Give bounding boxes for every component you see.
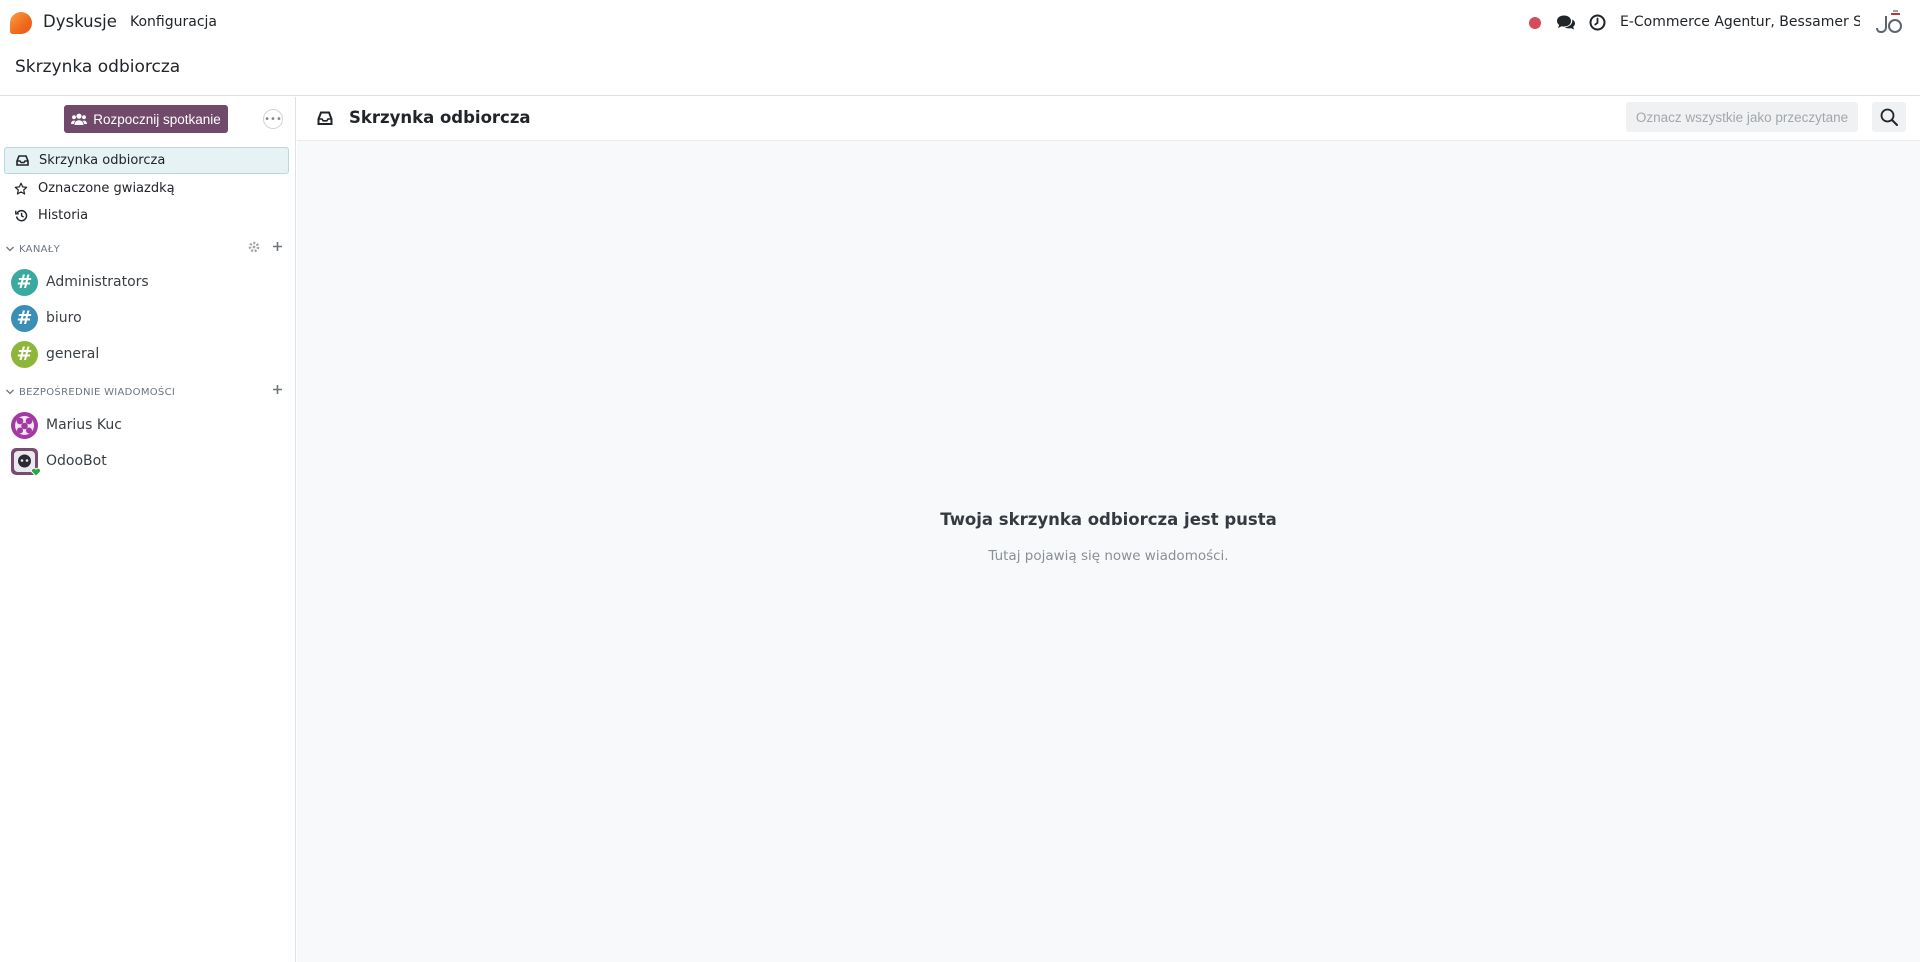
inbox-icon — [317, 111, 333, 125]
search-button[interactable] — [1872, 102, 1906, 132]
channel-item[interactable]: # Administrators — [11, 266, 291, 298]
dm-header-label: BEZPOŚREDNIE WIADOMOŚCI — [19, 386, 176, 398]
channels-header-label: KANAŁY — [19, 243, 61, 255]
user-avatar-icon[interactable] — [1876, 10, 1904, 36]
hashtag-icon: # — [11, 340, 38, 368]
add-channel-icon[interactable] — [272, 241, 283, 252]
breadcrumb: Skrzynka odbiorcza — [15, 57, 181, 77]
sidebar-item-inbox[interactable]: Skrzynka odbiorcza — [4, 147, 289, 174]
company-switcher[interactable]: E-Commerce Agentur, Bessamer Str... — [1620, 14, 1860, 30]
empty-state-subtitle: Tutaj pojawią się nowe wiadomości. — [988, 548, 1229, 564]
sidebar-item-history[interactable]: Historia — [4, 202, 289, 229]
recording-status-icon[interactable] — [1529, 17, 1541, 29]
inbox-icon — [15, 154, 29, 168]
top-navbar: Dyskusje Konfiguracja E-Commerce Agentur… — [0, 0, 1920, 46]
hashtag-icon: # — [11, 304, 38, 332]
dm-name: OdooBot — [46, 453, 107, 469]
dm-item[interactable]: Marius Kuc — [11, 409, 291, 441]
activity-clock-icon[interactable] — [1589, 14, 1606, 31]
online-status-icon — [31, 467, 41, 477]
sidebar-item-label: Oznaczone gwiazdką — [38, 181, 175, 196]
search-icon — [1880, 108, 1898, 126]
dm-item[interactable]: OdooBot — [11, 445, 291, 477]
user-avatar-icon — [11, 411, 38, 439]
hashtag-icon: # — [11, 268, 38, 296]
control-panel: Skrzynka odbiorcza — [0, 46, 1920, 96]
menu-configuration[interactable]: Konfiguracja — [130, 14, 217, 30]
channel-item[interactable]: # general — [11, 338, 291, 370]
channel-name: Administrators — [46, 274, 149, 290]
chevron-down-icon — [6, 246, 14, 252]
sidebar-item-label: Historia — [38, 208, 89, 223]
history-icon — [14, 209, 28, 223]
sidebar-item-starred[interactable]: Oznaczone gwiazdką — [4, 175, 289, 202]
sidebar-item-label: Skrzynka odbiorcza — [39, 153, 166, 168]
ellipsis-icon: ••• — [264, 113, 282, 125]
mark-all-read-button[interactable]: Oznacz wszystkie jako przeczytane — [1626, 102, 1858, 132]
dm-name: Marius Kuc — [46, 417, 122, 433]
odoobot-avatar-icon — [11, 447, 41, 477]
app-logo-icon[interactable] — [10, 12, 32, 34]
channel-name: general — [46, 346, 100, 362]
start-meeting-label: Rozpocznij spotkanie — [93, 111, 221, 127]
channel-item[interactable]: # biuro — [11, 302, 291, 334]
discuss-sidebar: Rozpocznij spotkanie ••• Skrzynka odbior… — [0, 97, 296, 962]
direct-messages-category[interactable]: BEZPOŚREDNIE WIADOMOŚCI — [5, 382, 291, 402]
thread-header: Skrzynka odbiorcza Oznacz wszystkie jako… — [297, 97, 1920, 141]
users-icon — [71, 113, 88, 125]
channel-name: biuro — [46, 310, 82, 326]
star-icon — [14, 182, 28, 196]
add-dm-icon[interactable] — [272, 384, 283, 395]
channels-category[interactable]: KANAŁY — [5, 239, 291, 259]
more-options-button[interactable]: ••• — [263, 109, 283, 129]
chat-bubbles-icon[interactable] — [1556, 14, 1576, 32]
empty-state-title: Twoja skrzynka odbiorcza jest pusta — [940, 510, 1277, 529]
thread-panel: Skrzynka odbiorcza Oznacz wszystkie jako… — [297, 97, 1920, 962]
gear-icon[interactable] — [248, 241, 260, 253]
app-name[interactable]: Dyskusje — [43, 12, 117, 31]
chevron-down-icon — [6, 389, 14, 395]
thread-title: Skrzynka odbiorcza — [349, 108, 531, 127]
start-meeting-button[interactable]: Rozpocznij spotkanie — [64, 105, 228, 133]
